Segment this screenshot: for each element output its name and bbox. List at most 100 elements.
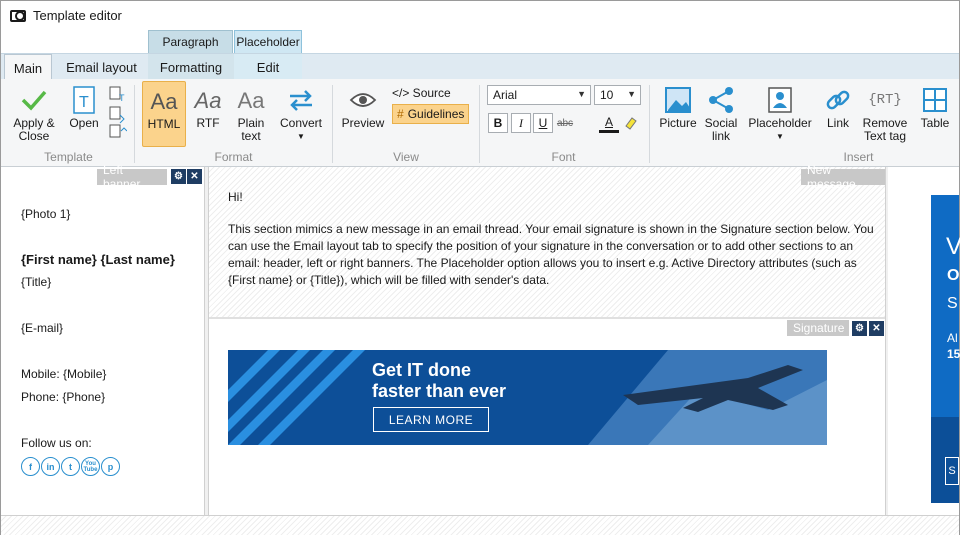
- guidelines-button[interactable]: # Guidelines: [392, 104, 470, 124]
- close-icon[interactable]: ✕: [187, 169, 202, 184]
- format-group-label: Format: [214, 150, 253, 164]
- banner-line-2: faster than ever: [372, 381, 507, 401]
- gear-icon[interactable]: ⚙: [171, 169, 186, 184]
- checkmark-icon: [18, 85, 50, 115]
- convert-arrows-icon: [285, 85, 317, 115]
- tab-main[interactable]: Main: [4, 54, 52, 81]
- separator: [649, 85, 650, 163]
- linkedin-icon[interactable]: in: [41, 457, 60, 476]
- ribbon-tabs: Main Email layout Formatting Edit: [1, 53, 959, 81]
- chevron-down-icon: ▼: [776, 132, 784, 141]
- social-link-button[interactable]: Social link: [702, 85, 740, 143]
- link-label: Link: [826, 116, 849, 130]
- signature-banner-image[interactable]: Get IT done faster than ever LEARN MORE: [228, 350, 827, 445]
- source-label: </> Source: [392, 86, 451, 100]
- chevron-down-icon: ▼: [297, 132, 305, 141]
- bold-button[interactable]: B: [488, 113, 508, 133]
- separator: [134, 85, 135, 163]
- table-label: Table: [920, 116, 950, 130]
- placeholder-label: Placeholder: [748, 116, 812, 130]
- highlight-icon[interactable]: [621, 113, 641, 133]
- app-icon: [10, 9, 26, 22]
- new-message-body: This section mimics a new message in an …: [228, 222, 874, 287]
- svg-text:T: T: [79, 94, 89, 111]
- right-banner-s: S: [947, 295, 958, 312]
- rtf-format-button[interactable]: Aa RTF: [189, 85, 227, 130]
- insert-group-label: Insert: [843, 150, 874, 164]
- right-banner-al: Al: [947, 331, 958, 345]
- table-button[interactable]: Table: [915, 85, 955, 130]
- remove-text-tag-button[interactable]: {RT} Remove Text tag: [860, 85, 910, 143]
- separator: [479, 85, 480, 163]
- photo-placeholder: {Photo 1}: [21, 207, 71, 221]
- source-button[interactable]: </> Source: [392, 83, 451, 103]
- grid-icon: #: [397, 107, 404, 121]
- plain-text-format-button[interactable]: Aa Plain text: [231, 85, 271, 143]
- share-icon: [705, 85, 737, 115]
- social-link-label: Social link: [704, 116, 738, 143]
- youtube-icon[interactable]: You Tube: [81, 457, 100, 476]
- tab-email-layout[interactable]: Email layout: [56, 54, 147, 80]
- twitter-icon[interactable]: t: [61, 457, 80, 476]
- guidelines-label: Guidelines: [407, 107, 465, 121]
- tab-edit[interactable]: Edit: [234, 54, 302, 80]
- picture-label: Picture: [659, 116, 697, 130]
- chevron-down-icon: ▼: [627, 89, 636, 99]
- italic-button[interactable]: I: [511, 113, 531, 133]
- font-family-select[interactable]: Arial ▼: [487, 85, 591, 105]
- learn-more-button[interactable]: LEARN MORE: [373, 407, 489, 432]
- html-format-icon: Aa: [150, 88, 178, 114]
- title-placeholder: {Title}: [21, 275, 52, 289]
- greeting-text: Hi!: [228, 190, 243, 204]
- open-template-icon: T: [68, 85, 100, 115]
- follow-us-text: Follow us on:: [21, 436, 92, 450]
- strikethrough-button[interactable]: abc: [555, 113, 575, 133]
- html-format-button[interactable]: Aa HTML: [142, 81, 186, 147]
- pinterest-icon[interactable]: p: [101, 457, 120, 476]
- left-banner-section[interactable]: Left banner ⚙ ✕ {Photo 1} {First name} {…: [1, 163, 205, 515]
- template-small-icons: T: [107, 85, 128, 142]
- context-group-paragraph: Paragraph: [148, 30, 233, 53]
- font-color-button[interactable]: A: [599, 113, 619, 133]
- window-title: Template editor: [33, 8, 122, 23]
- left-banner-tag: Left banner: [97, 163, 167, 191]
- new-message-section[interactable]: New message Hi! This section mimics a ne…: [209, 163, 885, 319]
- close-icon[interactable]: ✕: [869, 321, 884, 336]
- font-group-label: Font: [551, 150, 576, 164]
- right-banner-section[interactable]: V O S Al 15 S: [888, 167, 960, 515]
- preview-button[interactable]: Preview: [340, 85, 386, 130]
- remove-tag-icon: {RT}: [868, 91, 902, 108]
- underline-button[interactable]: U: [533, 113, 553, 133]
- tab-formatting[interactable]: Formatting: [148, 54, 234, 80]
- placeholder-button[interactable]: Placeholder ▼: [746, 85, 814, 143]
- picture-icon: [662, 85, 694, 115]
- rtf-label: RTF: [196, 116, 220, 130]
- template-editor-window: Template editor Paragraph Placeholder Ma…: [0, 0, 960, 535]
- signature-tag: Signature: [787, 320, 849, 336]
- facebook-icon[interactable]: f: [21, 457, 40, 476]
- picture-button[interactable]: Picture: [656, 85, 700, 130]
- right-banner-button[interactable]: S: [945, 457, 959, 485]
- placeholder-person-icon: [764, 85, 796, 115]
- convert-button[interactable]: Convert ▼: [277, 85, 325, 143]
- social-icons: f in t You Tube p: [21, 457, 120, 476]
- open-label: Open: [69, 116, 99, 130]
- preview-label: Preview: [341, 116, 385, 130]
- title-bar: Template editor: [1, 1, 959, 30]
- apply-close-button[interactable]: Apply & Close: [9, 85, 59, 143]
- gear-icon[interactable]: ⚙: [852, 321, 867, 336]
- right-banner-o: O: [947, 267, 960, 284]
- html-label: HTML: [147, 117, 181, 131]
- link-button[interactable]: Link: [819, 85, 857, 130]
- plain-text-icon: Aa: [237, 87, 265, 113]
- bottom-section-strip: [1, 515, 959, 535]
- banner-headline: Get IT done faster than ever: [372, 360, 506, 402]
- editor-canvas: Left banner ⚙ ✕ {Photo 1} {First name} {…: [1, 163, 960, 535]
- banner-stripes-graphic: [228, 350, 827, 445]
- open-button[interactable]: T Open: [64, 85, 104, 130]
- eye-icon: [347, 85, 379, 115]
- plain-text-label: Plain text: [237, 116, 265, 143]
- font-size-select[interactable]: 10 ▼: [594, 85, 641, 105]
- email-placeholder: {E-mail}: [21, 321, 64, 335]
- right-banner-v: V: [946, 233, 960, 260]
